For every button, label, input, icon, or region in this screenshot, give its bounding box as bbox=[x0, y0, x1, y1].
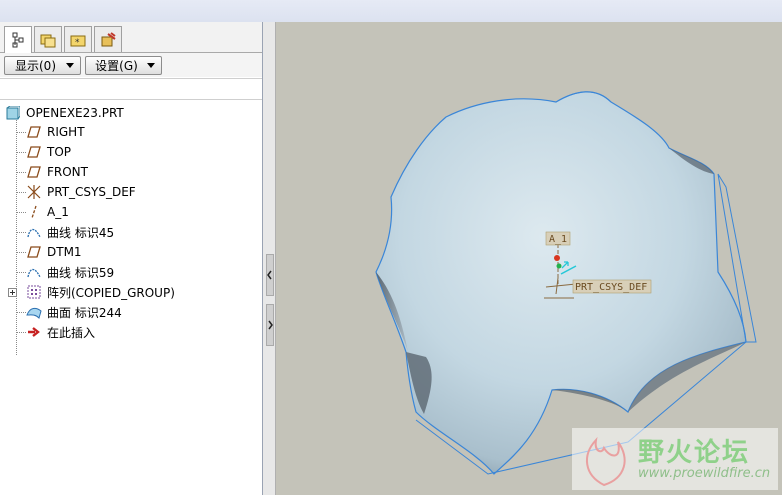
expand-right-grip[interactable] bbox=[266, 304, 274, 346]
datum-plane-icon bbox=[26, 164, 42, 180]
show-dropdown-button[interactable]: 显示(0) bbox=[4, 56, 81, 75]
collapse-left-grip[interactable] bbox=[266, 254, 274, 296]
tab-favorites[interactable]: * bbox=[64, 26, 92, 52]
show-label: 显示(0) bbox=[15, 59, 56, 73]
curve-icon bbox=[26, 264, 42, 280]
tree-item-label: A_1 bbox=[47, 205, 69, 219]
axis-label: A_1 bbox=[549, 234, 568, 245]
tab-model-tree[interactable] bbox=[4, 26, 32, 53]
tree-connector-line bbox=[16, 120, 17, 355]
datum-plane-icon bbox=[26, 144, 42, 160]
datum-plane-icon bbox=[26, 244, 42, 260]
curve-icon bbox=[26, 224, 42, 240]
flame-logo-icon bbox=[586, 436, 626, 487]
connections-icon bbox=[101, 31, 116, 46]
tree-item-insert-here[interactable]: 在此插入 bbox=[26, 322, 95, 342]
tree-root-label: OPENEXE23.PRT bbox=[26, 106, 124, 120]
tree-item-curve-45[interactable]: 曲线 标识45 bbox=[26, 222, 114, 242]
chevron-down-icon bbox=[66, 63, 74, 68]
model-tree-icon bbox=[12, 32, 24, 48]
tree-item-label: PRT_CSYS_DEF bbox=[47, 185, 136, 199]
surface-icon bbox=[26, 304, 42, 320]
navigator-tabs: * bbox=[0, 22, 262, 53]
svg-text:*: * bbox=[75, 38, 80, 48]
plus-icon bbox=[8, 287, 17, 297]
tree-item-right[interactable]: RIGHT bbox=[26, 122, 85, 142]
tree-item-prt-csys-def[interactable]: PRT_CSYS_DEF bbox=[26, 182, 136, 202]
tree-root[interactable]: OPENEXE23.PRT bbox=[5, 103, 124, 123]
tree-item-label: RIGHT bbox=[47, 125, 85, 139]
datum-axis-icon bbox=[26, 204, 42, 220]
part-icon bbox=[5, 105, 21, 121]
coordinate-system-icon bbox=[26, 184, 42, 200]
tree-item-label: 阵列(COPIED_GROUP) bbox=[47, 285, 175, 300]
tree-item-label: 曲面 标识244 bbox=[47, 305, 122, 320]
title-bar bbox=[0, 0, 782, 23]
tab-folder-browser[interactable] bbox=[34, 26, 62, 52]
settings-label: 设置(G) bbox=[95, 59, 138, 73]
csys-label: PRT_CSYS_DEF bbox=[575, 282, 648, 293]
watermark-url: www.proewildfire.cn bbox=[638, 466, 771, 481]
chevron-down-icon bbox=[147, 63, 155, 68]
model-tree-panel: * 显示(0) 设置(G) OPENEXE23.PRT RIGHT TOP FR… bbox=[0, 22, 263, 495]
pattern-icon bbox=[26, 284, 42, 300]
surface-shape bbox=[375, 91, 747, 475]
tree-item-surface-244[interactable]: 曲面 标识244 bbox=[26, 302, 122, 322]
insert-here-arrow-icon bbox=[26, 324, 42, 340]
panel-splitter[interactable] bbox=[263, 22, 276, 495]
graphics-viewport[interactable]: A_1 PRT_CSYS_DEF bbox=[276, 22, 782, 495]
watermark-title: 野火论坛 bbox=[638, 438, 751, 468]
chevron-left-icon bbox=[267, 270, 272, 280]
axis-origin-marker bbox=[554, 255, 560, 261]
datum-plane-icon bbox=[26, 124, 42, 140]
tree-item-label: 在此插入 bbox=[47, 325, 96, 340]
tree-item-label: 曲线 标识59 bbox=[47, 265, 115, 280]
tab-connections[interactable] bbox=[94, 26, 122, 52]
tree-filter-row[interactable] bbox=[0, 78, 262, 100]
tree-item-a1[interactable]: A_1 bbox=[26, 202, 69, 222]
tree-item-label: DTM1 bbox=[47, 245, 82, 259]
folder-browser-icon bbox=[40, 34, 56, 47]
tree-item-dtm1[interactable]: DTM1 bbox=[26, 242, 82, 262]
tree-item-label: 曲线 标识45 bbox=[47, 225, 115, 240]
tree-toolbar: 显示(0) 设置(G) bbox=[0, 53, 262, 77]
tree-item-label: TOP bbox=[47, 145, 72, 159]
tree-item-top[interactable]: TOP bbox=[26, 142, 71, 162]
settings-dropdown-button[interactable]: 设置(G) bbox=[85, 56, 162, 75]
tree-item-front[interactable]: FRONT bbox=[26, 162, 88, 182]
favorites-folder-icon: * bbox=[70, 35, 86, 48]
expand-toggle[interactable] bbox=[8, 282, 17, 302]
forum-watermark: 野火论坛 www.proewildfire.cn bbox=[572, 428, 778, 490]
tree-item-curve-59[interactable]: 曲线 标识59 bbox=[26, 262, 114, 282]
chevron-right-icon bbox=[268, 320, 273, 330]
model-geometry bbox=[375, 91, 757, 475]
tree-item-pattern[interactable]: 阵列(COPIED_GROUP) bbox=[26, 282, 175, 302]
tree-item-label: FRONT bbox=[47, 165, 88, 179]
